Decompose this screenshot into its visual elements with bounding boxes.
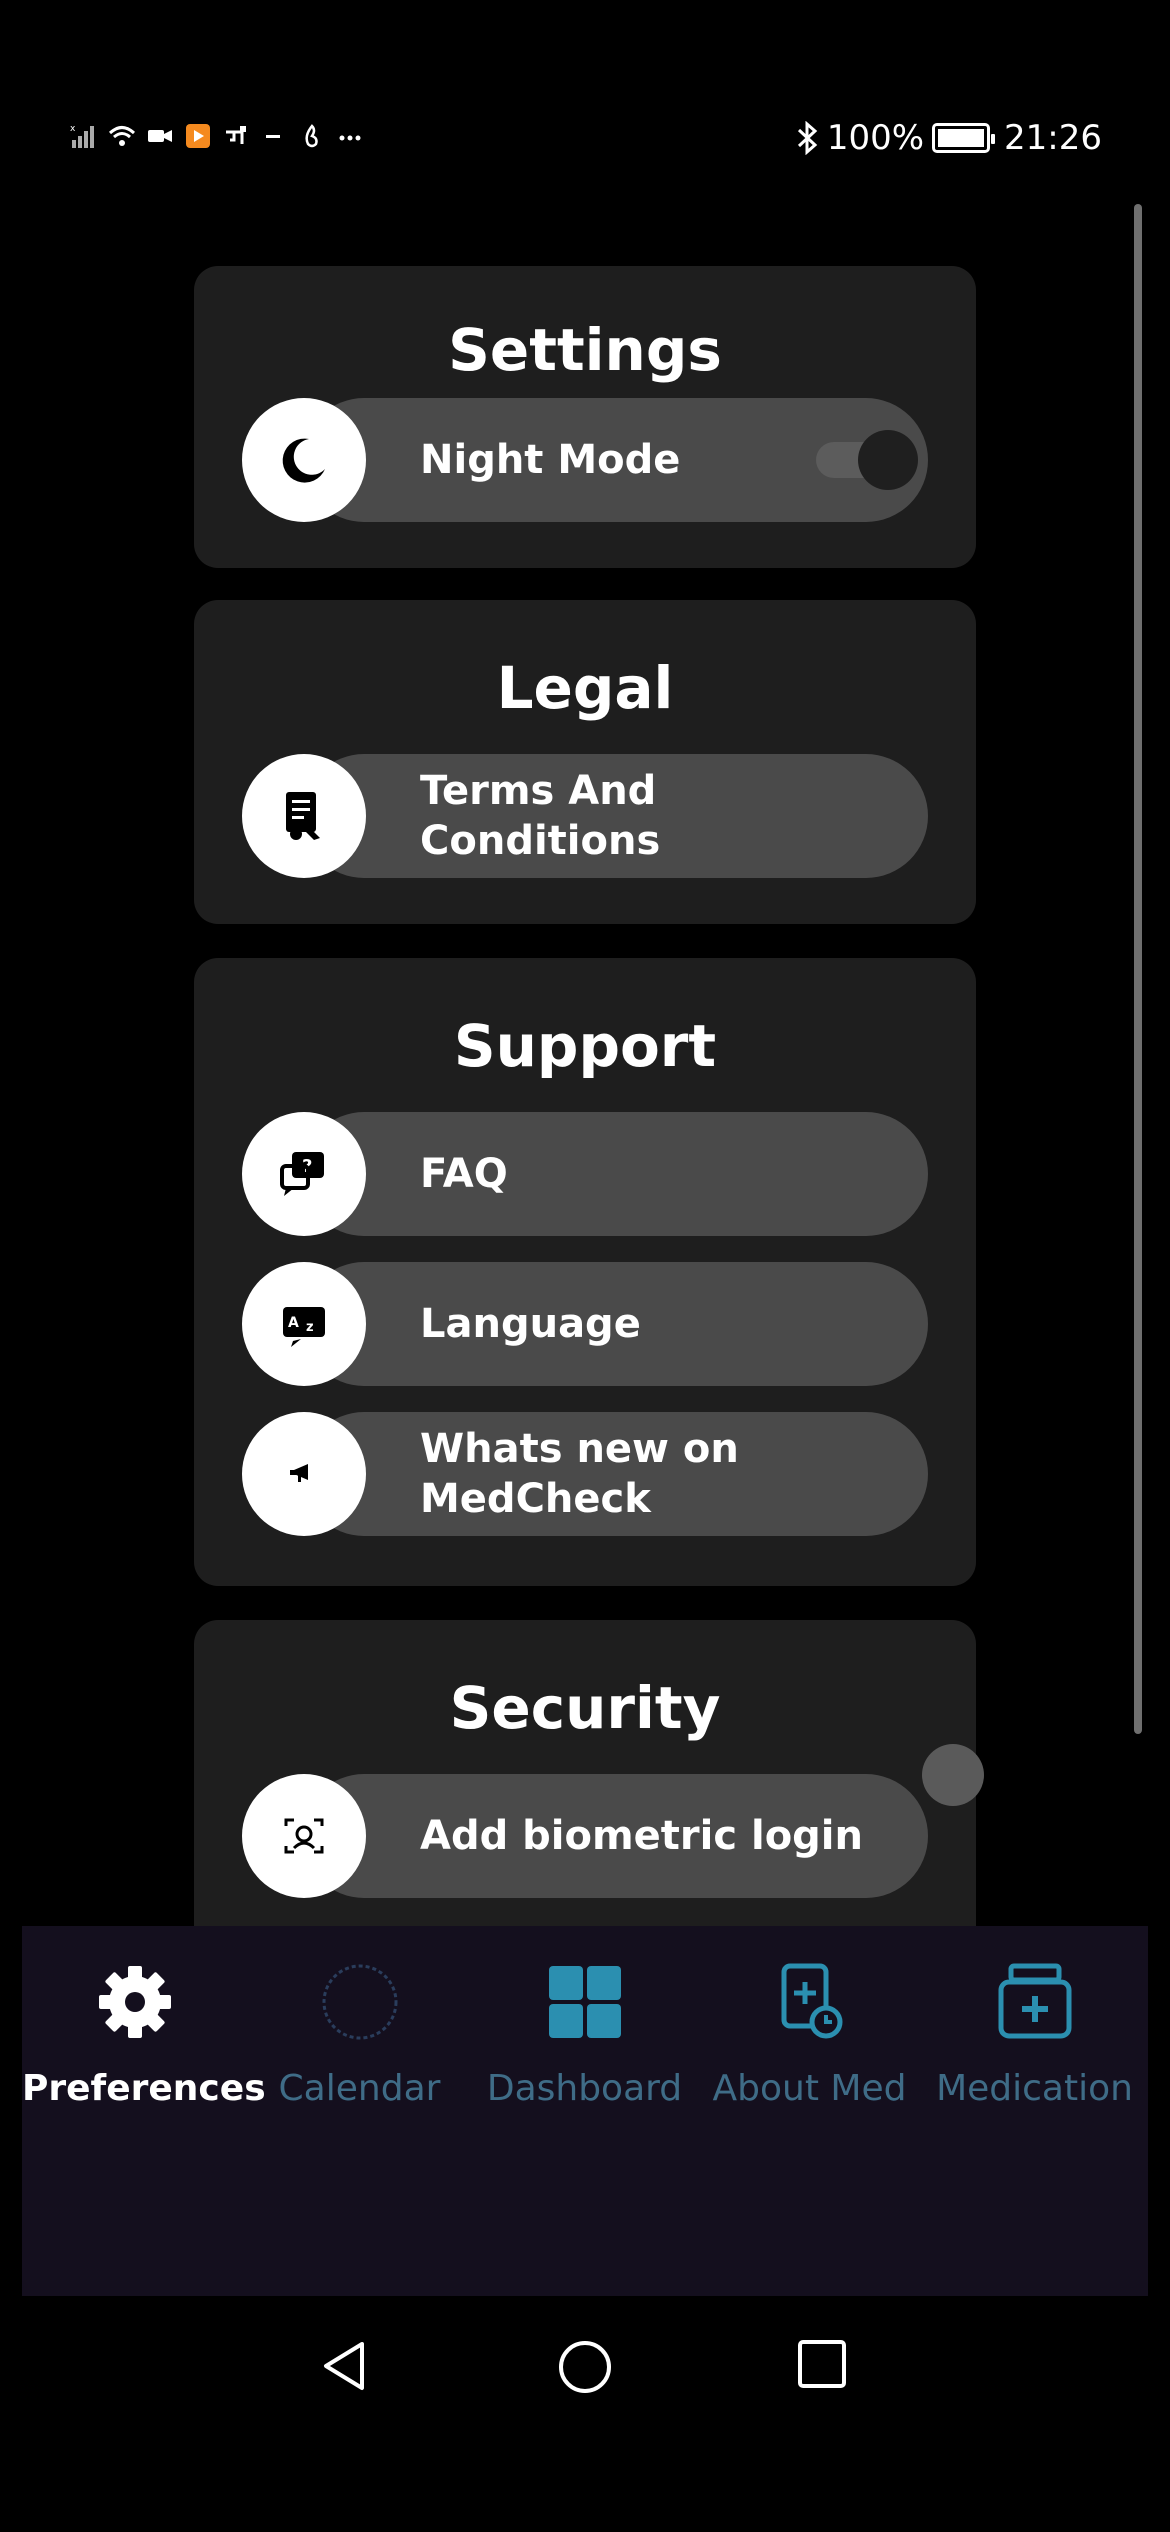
language-icon-circle: Az (242, 1262, 366, 1386)
nav-preferences[interactable]: Preferences (22, 1926, 266, 2166)
svg-text:x: x (70, 124, 76, 134)
support-title: Support (453, 1012, 717, 1080)
nav-about-med-label: About Med (712, 2068, 907, 2109)
calendar-circle-icon (322, 1964, 397, 2040)
svg-text:z: z (306, 1320, 314, 1335)
biometric-label: Add biometric login (420, 1813, 863, 1859)
night-mode-row[interactable]: Night Mode (242, 398, 928, 522)
med-info-icon (781, 1963, 842, 2039)
wifi-icon (108, 126, 136, 146)
video-icon (148, 130, 172, 142)
status-bar: x 100% 21:26 (22, 96, 1148, 186)
terms-label: Terms And Conditions (420, 768, 661, 864)
nav-calendar[interactable]: Calendar (247, 1926, 472, 2166)
gear-icon (98, 1966, 171, 2038)
battery-icon (932, 123, 996, 153)
biometric-row[interactable]: Add biometric login (242, 1774, 928, 1898)
scrollbar[interactable] (1134, 204, 1142, 1734)
legal-title: Legal (496, 654, 674, 722)
night-mode-icon-circle (242, 398, 366, 522)
back-triangle-icon[interactable] (318, 2338, 374, 2394)
nav-preferences-label: Preferences (22, 2068, 266, 2109)
media-icon (186, 124, 210, 148)
whats-new-row[interactable]: Whats new on MedCheck (242, 1412, 928, 1536)
status-time: 21:26 (1004, 118, 1102, 158)
whats-new-icon-circle (242, 1412, 366, 1536)
nav-calendar-label: Calendar (278, 2068, 441, 2109)
nav-about-med[interactable]: About Med (697, 1926, 922, 2166)
bottom-navigation: Preferences Calendar Dashboard About Med (22, 1926, 1148, 2296)
faq-row[interactable]: ? FAQ (242, 1112, 928, 1236)
terms-row[interactable]: Terms And Conditions (242, 754, 928, 878)
minus-icon (266, 135, 280, 138)
svg-text:A: A (288, 1315, 299, 1331)
security-title: Security (449, 1674, 721, 1742)
nav-dashboard-label: Dashboard (486, 2068, 683, 2109)
nav-medication[interactable]: Medication (922, 1926, 1147, 2166)
nav-medication-label: Medication (936, 2068, 1133, 2109)
legal-card: Legal Terms And Conditions (194, 600, 976, 924)
settings-card: Settings Night Mode (194, 266, 976, 568)
settings-title: Settings (448, 316, 722, 384)
language-label: Language (420, 1301, 641, 1347)
support-card: Support ? FAQ Az Language Whats new on M… (194, 958, 976, 1586)
nav-dashboard[interactable]: Dashboard (472, 1926, 697, 2166)
status-icons-left: x (70, 122, 364, 150)
flame-icon (305, 124, 318, 148)
recents-square-icon[interactable] (796, 2338, 848, 2390)
floating-touch-dot[interactable] (922, 1744, 984, 1806)
whats-new-label: Whats new on MedCheck (420, 1426, 739, 1522)
faq-chat-icon: ? (280, 1152, 324, 1196)
medicine-box-icon (998, 1963, 1071, 2039)
app-screen: x 100% 21:26 Settings Night Mode Legal T… (22, 96, 1148, 2436)
signal-icon: x (70, 124, 94, 148)
usb-icon (226, 126, 246, 144)
battery-percentage: 100% (826, 118, 925, 158)
face-scan-icon (284, 1818, 324, 1854)
home-circle-icon[interactable] (556, 2338, 614, 2396)
faq-label: FAQ (420, 1151, 508, 1197)
language-row[interactable]: Az Language (242, 1262, 928, 1386)
moon-icon (282, 438, 325, 483)
more-icon (339, 135, 361, 141)
translate-icon: Az (283, 1307, 325, 1347)
faq-icon-circle: ? (242, 1112, 366, 1236)
terms-icon-circle (242, 754, 366, 878)
announcement-icon (290, 1464, 308, 1482)
night-mode-label: Night Mode (420, 437, 681, 483)
biometric-icon-circle (242, 1774, 366, 1898)
bluetooth-icon (797, 121, 818, 155)
document-icon (286, 792, 320, 840)
status-icons-right: 100% 21:26 (795, 118, 1102, 158)
system-navigation-bar (22, 2296, 1148, 2436)
dashboard-grid-icon (548, 1966, 621, 2038)
